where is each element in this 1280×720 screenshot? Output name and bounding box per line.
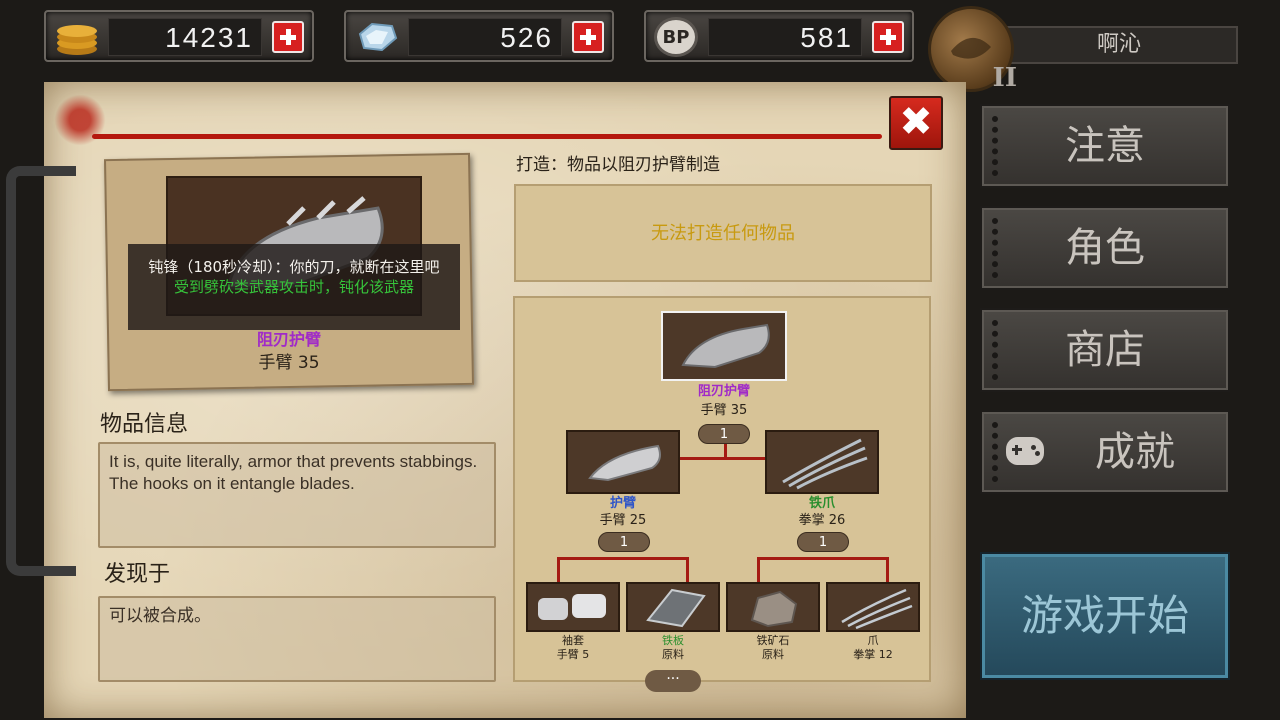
gold-currency: 14231 [44,10,314,62]
bp-icon-label: BP [662,27,690,48]
player-name[interactable]: 啊沁 [1000,26,1238,64]
sleeve-icon [538,594,606,620]
item-name: 阻刃护臂 [256,330,321,349]
tree-node-claw-name: 爪 [867,634,879,647]
tree-node-iron-plate-name: 铁板 [662,634,684,647]
tree-node-arm-guard-qty: 1 [598,532,650,552]
tree-node-iron-ore-name: 铁矿石 [756,634,790,647]
tree-connector [686,557,689,583]
gold-coins-icon [57,25,97,55]
item-stat: 手臂 35 [258,353,320,373]
start-game-button[interactable]: 游戏开始 [980,552,1230,680]
tree-node-iron-ore[interactable] [726,582,820,632]
found-in-text: 可以被合成。 [98,596,496,682]
found-in-title: 发现于 [104,562,171,587]
bp-amount: 581 [708,18,862,56]
tree-node-root-name: 阻刃护臂 [697,384,750,399]
craft-title: 打造：物品以阻刃护臂制造 [516,155,720,175]
tree-node-claw-stat: 拳掌 12 [853,648,893,661]
notice-button[interactable]: 注意 [980,104,1230,188]
binder-holes [992,320,1002,380]
character-label: 角色 [1065,225,1145,271]
tree-node-iron-plate[interactable] [626,582,720,632]
tree-node-root-qty: 1 [698,424,750,444]
gamepad-icon [1006,437,1044,465]
iron-ore-icon [750,590,798,628]
binder-handle [6,166,76,576]
tree-node-iron-plate-stat: 原料 [662,648,684,661]
tree-node-root[interactable] [661,311,787,381]
add-diamonds-button[interactable] [572,21,604,53]
close-button[interactable]: ✖ [889,96,943,150]
character-button[interactable]: 角色 [980,206,1230,290]
binder-holes [992,218,1002,278]
gold-amount: 14231 [108,18,262,56]
armguard-icon [681,323,770,369]
item-ability-tooltip: 钝锋（180秒冷却）：你的刀，就断在这里吧 受到劈砍类武器攻击时，钝化该武器 [128,244,460,330]
tree-node-iron-claw[interactable] [765,430,879,494]
player-avatar[interactable]: II [928,6,1017,93]
diamond-currency: 526 [344,10,614,62]
more-recipes-button[interactable]: ··· [645,670,701,692]
tree-node-arm-guard-stat: 手臂 25 [599,513,647,528]
diamond-icon [358,22,398,52]
tree-node-arm-guard[interactable] [566,430,680,494]
tree-node-iron-claw-stat: 拳掌 26 [798,513,846,528]
iron-plate-icon [646,588,706,628]
tree-node-iron-claw-qty: 1 [797,532,849,552]
tree-node-arm-guard-name: 护臂 [609,496,636,511]
arm-guard-icon [588,444,661,482]
tree-node-root-stat: 手臂 35 [700,403,748,418]
tooltip-effect-text: 受到劈砍类武器攻击时，钝化该武器 [173,278,414,296]
tree-connector [757,557,760,583]
start-game-label: 游戏开始 [1020,591,1189,640]
tree-node-iron-ore-stat: 原料 [762,648,784,661]
tree-node-sleeve[interactable] [526,582,620,632]
tree-connector [557,557,560,583]
shop-label: 商店 [1065,327,1145,373]
bp-currency: BP 581 [644,10,914,62]
add-gold-button[interactable] [272,21,304,53]
tree-node-sleeve-name: 袖套 [562,634,584,647]
close-icon: ✖ [899,99,933,145]
add-bp-button[interactable] [872,21,904,53]
tree-node-sleeve-stat: 手臂 5 [556,648,590,661]
tree-connector [557,557,689,560]
tree-connector [757,557,889,560]
red-divider [92,134,882,139]
tree-node-iron-claw-name: 铁爪 [808,496,835,511]
tooltip-ability-text: 钝锋（180秒冷却）：你的刀，就断在这里吧 [148,258,440,276]
diamond-amount: 526 [408,18,562,56]
binder-holes [992,422,1002,482]
claw-icon [841,588,913,630]
iron-claw-icon [782,438,868,490]
notice-label: 注意 [1065,123,1145,169]
blood-splatter [50,90,110,150]
craft-message: 无法打造任何物品 [514,184,932,282]
achievement-label: 成就 [1095,429,1175,475]
item-info-title: 物品信息 [100,412,189,437]
item-description: It is, quite literally, armor that preve… [98,442,496,548]
tree-node-claw[interactable] [826,582,920,632]
tree-connector [886,557,889,583]
tree-connector [680,457,766,460]
shop-button[interactable]: 商店 [980,308,1230,392]
player-rank: II [992,63,1017,93]
bp-paw-icon: BP [654,17,698,57]
binder-holes [992,116,1002,176]
